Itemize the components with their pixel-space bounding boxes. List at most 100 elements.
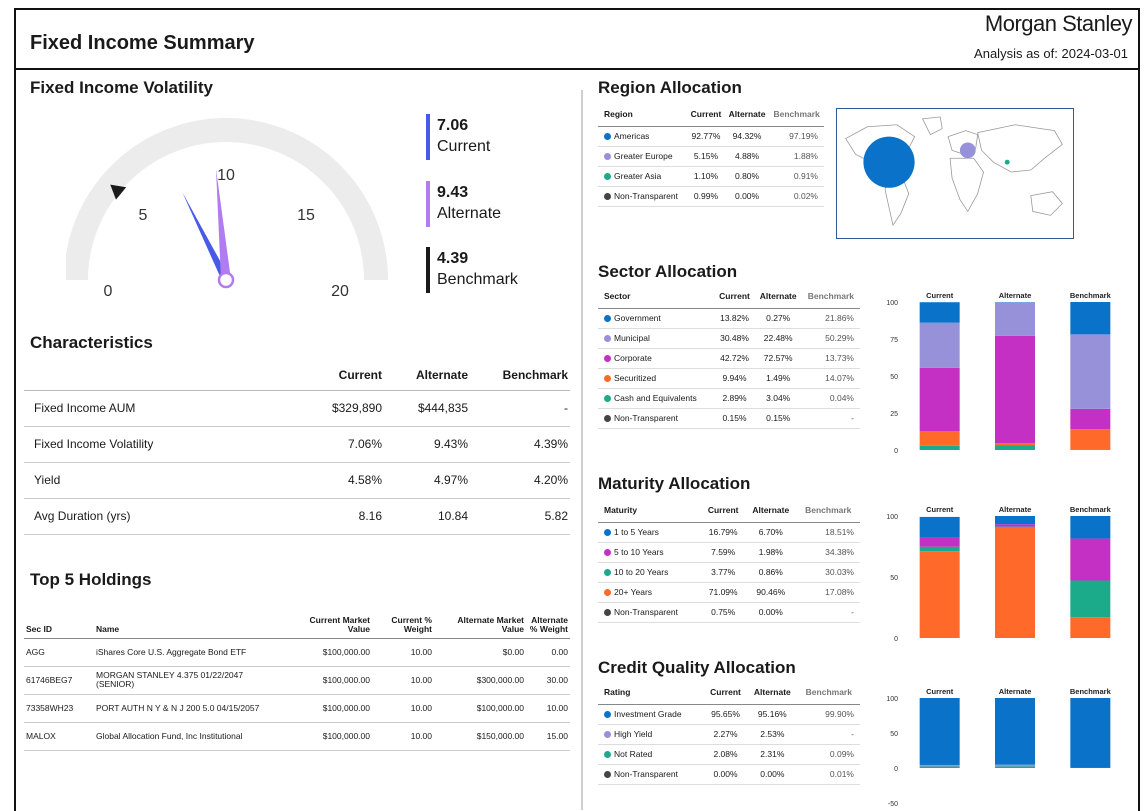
table-row: Greater Asia 1.10% 0.80% 0.91% (598, 166, 824, 187)
current-volatility-label: Current (437, 138, 491, 155)
alternate-value: 9.43% (384, 426, 470, 463)
world-map (836, 108, 1074, 239)
table-row: 1 to 5 Years 16.79% 6.70% 18.51% (598, 522, 860, 543)
row-label: 5 to 10 Years (598, 542, 702, 563)
characteristics-table: Current Alternate Benchmark Fixed Income… (24, 360, 570, 535)
row-label: Greater Europe (598, 146, 688, 167)
alternate-market-value: $150,000.00 (434, 722, 526, 751)
americas-bubble (863, 136, 915, 188)
category-label: Benchmark (1070, 687, 1112, 696)
benchmark-value: 0.01% (797, 764, 860, 785)
row-label: Greater Asia (598, 166, 688, 187)
bar-segment (995, 764, 1035, 767)
alternate-volatility-value: 9.43 (437, 184, 469, 201)
table-row: 20+ Years 71.09% 90.46% 17.08% (598, 582, 860, 603)
legend-dot-icon (604, 569, 611, 576)
characteristics-title: Characteristics (30, 333, 153, 352)
alternate-value: 0.00% (745, 602, 797, 623)
table-row: Fixed Income AUM $329,890 $444,835 - (24, 390, 570, 427)
alternate-value: 6.70% (745, 522, 797, 543)
bar-segment (995, 445, 1035, 450)
table-row: Corporate 42.72% 72.57% 13.73% (598, 348, 860, 369)
current-value: 92.77% (687, 126, 725, 147)
alternate-weight: 0.00 (526, 638, 570, 667)
table-row: Non-Transparent 0.00% 0.00% 0.01% (598, 764, 860, 785)
current-weight: 10.00 (372, 722, 434, 751)
bar-segment (1070, 617, 1111, 638)
maturity-title: Maturity Allocation (598, 474, 751, 493)
legend-dot-icon (604, 711, 611, 718)
volatility-gauge: 0 5 10 15 20 (66, 118, 388, 300)
bar-segment (919, 537, 960, 547)
alternate-value: 1.98% (745, 542, 797, 563)
benchmark-volatility-value: 4.39 (437, 250, 469, 267)
bar-segment (919, 302, 960, 323)
sector-title: Sector Allocation (598, 262, 738, 281)
maturity-table: Maturity Current Alternate Benchmark 1 to 5 … (598, 498, 860, 623)
sec-id: 73358WH23 (24, 694, 94, 723)
y-tick-label: 25 (890, 411, 898, 418)
benchmark-value: 14.07% (801, 368, 860, 389)
bar-segment (919, 551, 960, 638)
bar-segment (1070, 580, 1111, 618)
gauge-tick-5: 5 (139, 207, 148, 224)
bar-segment (995, 526, 1035, 528)
category-label: Non-Transparent (614, 413, 678, 423)
bar-segment (995, 698, 1035, 765)
category-label: Americas (614, 131, 650, 141)
current-market-value: $100,000.00 (284, 666, 372, 695)
y-tick-label: 100 (886, 300, 898, 307)
current-value: 8.16 (284, 498, 384, 535)
alternate-value: 72.57% (754, 348, 802, 369)
current-value: 30.48% (714, 328, 755, 349)
bar-segment (1070, 429, 1111, 450)
col-header-benchmark: Benchmark (796, 498, 860, 523)
holdings-title: Top 5 Holdings (30, 570, 152, 589)
y-tick-label: 50 (890, 575, 898, 582)
alternate-value: 0.00% (724, 186, 770, 207)
bar-segment (995, 524, 1035, 527)
bar-segment (919, 431, 960, 446)
col-header-sec-id: Sec ID (24, 606, 94, 639)
benchmark-value: - (796, 602, 860, 623)
alternate-value: 2.53% (747, 724, 798, 745)
alternate-value: 0.15% (754, 408, 802, 429)
category-label: Cash and Equivalents (614, 393, 697, 403)
report-page: Fixed Income Summary Morgan Stanley Anal… (14, 8, 1140, 811)
region-title: Region Allocation (598, 78, 742, 97)
current-value: 4.58% (284, 462, 384, 499)
y-tick-label: 50 (890, 374, 898, 381)
holding-name: MORGAN STANLEY 4.375 01/22/2047 (SENIOR) (94, 666, 284, 695)
current-value: 2.27% (704, 724, 748, 745)
brand-logo: Morgan Stanley (984, 11, 1133, 36)
current-value: 3.77% (701, 562, 746, 583)
current-value: 1.10% (687, 166, 725, 187)
benchmark-value: - (470, 390, 570, 427)
col-header-benchmark: Benchmark (797, 680, 860, 705)
row-label: Fixed Income Volatility (24, 426, 284, 463)
legend-dot-icon (604, 173, 611, 180)
gauge-tick-20: 20 (331, 283, 349, 300)
current-weight: 10.00 (372, 694, 434, 723)
row-label: Municipal (598, 328, 715, 349)
table-row: Fixed Income Volatility 7.06% 9.43% 4.39… (24, 426, 570, 463)
category-label: Government (614, 313, 661, 323)
legend-dot-icon (604, 193, 611, 200)
legend-dot-icon (604, 375, 611, 382)
table-row: Municipal 30.48% 22.48% 50.29% (598, 328, 860, 349)
asia-bubble (1004, 159, 1010, 165)
category-label: 20+ Years (614, 587, 653, 597)
alternate-value: 4.88% (724, 146, 770, 167)
alternate-value: 0.80% (724, 166, 770, 187)
col-header-alternate-weight: Alternate % Weight (526, 606, 570, 639)
col-header-current: Current (714, 284, 755, 309)
current-value: 2.89% (714, 388, 755, 409)
legend-dot-icon (604, 415, 611, 422)
row-label: Yield (24, 462, 284, 499)
row-label: High Yield (598, 724, 705, 745)
bar-segment (919, 367, 960, 432)
row-label: Government (598, 308, 715, 329)
bar-segment (919, 516, 960, 538)
current-legend-bar (426, 114, 430, 160)
col-header-benchmark: Benchmark (801, 284, 860, 309)
